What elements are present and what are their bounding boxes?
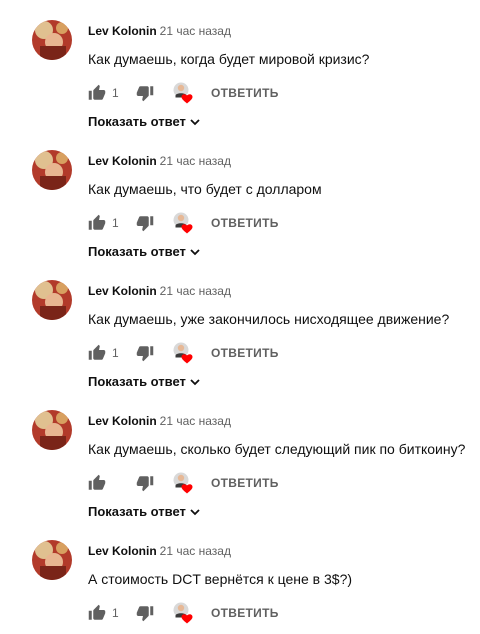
show-replies-button[interactable]: Показать ответ — [88, 114, 200, 129]
comment-actions: 1 ОТВЕТИТЬ — [88, 602, 348, 624]
show-replies-button[interactable]: Показать ответ — [88, 504, 200, 519]
thumb-down-icon[interactable] — [136, 214, 154, 232]
reply-button[interactable]: ОТВЕТИТЬ — [211, 476, 279, 490]
avatar-image — [32, 20, 72, 60]
show-replies-button[interactable]: Показать ответ — [88, 244, 200, 259]
chevron-down-icon — [190, 119, 200, 126]
like-count: 1 — [112, 346, 119, 360]
comment-time[interactable]: 21 час назад — [160, 24, 231, 38]
like-count: 1 — [112, 216, 119, 230]
like-count: 1 — [112, 606, 119, 620]
reply-button[interactable]: ОТВЕТИТЬ — [211, 86, 279, 100]
author-name[interactable]: Lev Kolonin — [88, 414, 157, 428]
comment-text: Как думаешь, уже закончилось нисходящее … — [88, 311, 450, 327]
creator-heart-icon[interactable] — [173, 342, 193, 364]
avatar-image — [32, 410, 72, 450]
comment-actions: ОТВЕТИТЬ — [88, 472, 348, 494]
avatar-image — [32, 150, 72, 190]
show-replies-label: Показать ответ — [88, 374, 186, 389]
reply-button[interactable]: ОТВЕТИТЬ — [211, 346, 279, 360]
like-count: 1 — [112, 86, 119, 100]
creator-heart-icon[interactable] — [173, 472, 193, 494]
comment-text: Как думаешь, сколько будет следующий пик… — [88, 441, 466, 457]
avatar-image — [32, 540, 72, 580]
reply-button[interactable]: ОТВЕТИТЬ — [211, 216, 279, 230]
comment: Lev Kolonin 21 час назад А стоимость DCT … — [0, 524, 480, 634]
comment-header: Lev Kolonin 21 час назад — [88, 414, 231, 428]
chevron-down-icon — [190, 379, 200, 386]
thumb-up-icon[interactable] — [88, 604, 106, 622]
show-replies-label: Показать ответ — [88, 244, 186, 259]
thumb-down-icon[interactable] — [136, 344, 154, 362]
thumb-down-icon[interactable] — [136, 474, 154, 492]
chevron-down-icon — [190, 509, 200, 516]
show-replies-button[interactable]: Показать ответ — [88, 374, 200, 389]
comment-header: Lev Kolonin 21 час назад — [88, 154, 231, 168]
avatar[interactable] — [32, 410, 72, 450]
creator-heart-icon[interactable] — [173, 602, 193, 624]
author-name[interactable]: Lev Kolonin — [88, 154, 157, 168]
comment-time[interactable]: 21 час назад — [160, 284, 231, 298]
avatar[interactable] — [32, 150, 72, 190]
comment-text: Как думаешь, когда будет мировой кризис? — [88, 51, 370, 67]
avatar[interactable] — [32, 540, 72, 580]
thumb-down-icon[interactable] — [136, 84, 154, 102]
avatar[interactable] — [32, 280, 72, 320]
comment: Lev Kolonin 21 час назад Как думаешь, ско… — [0, 394, 480, 519]
comment-time[interactable]: 21 час назад — [160, 544, 231, 558]
comment-text: А стоимость DCT вернётся к цене в 3$?) — [88, 571, 353, 587]
author-name[interactable]: Lev Kolonin — [88, 284, 157, 298]
avatar-image — [32, 280, 72, 320]
comment: Lev Kolonin 21 час назад Как думаешь, что… — [0, 134, 480, 259]
thumb-up-icon[interactable] — [88, 344, 106, 362]
comment-time[interactable]: 21 час назад — [160, 154, 231, 168]
comment-header: Lev Kolonin 21 час назад — [88, 544, 231, 558]
chevron-down-icon — [190, 249, 200, 256]
comment-actions: 1 ОТВЕТИТЬ — [88, 342, 348, 364]
comment-text: Как думаешь, что будет с долларом — [88, 181, 322, 197]
comment: Lev Kolonin 21 час назад Как думаешь, уже… — [0, 264, 480, 389]
thumb-down-icon[interactable] — [136, 604, 154, 622]
creator-heart-icon[interactable] — [173, 82, 193, 104]
author-name[interactable]: Lev Kolonin — [88, 24, 157, 38]
comment: Lev Kolonin 21 час назад Как думаешь, ког… — [0, 4, 480, 129]
avatar[interactable] — [32, 20, 72, 60]
creator-heart-icon[interactable] — [173, 212, 193, 234]
show-replies-label: Показать ответ — [88, 504, 186, 519]
comment-header: Lev Kolonin 21 час назад — [88, 24, 231, 38]
comment-actions: 1 ОТВЕТИТЬ — [88, 212, 348, 234]
thumb-up-icon[interactable] — [88, 214, 106, 232]
comment-time[interactable]: 21 час назад — [160, 414, 231, 428]
thumb-up-icon[interactable] — [88, 474, 106, 492]
comment-actions: 1 ОТВЕТИТЬ — [88, 82, 348, 104]
comment-header: Lev Kolonin 21 час назад — [88, 284, 231, 298]
thumb-up-icon[interactable] — [88, 84, 106, 102]
show-replies-label: Показать ответ — [88, 114, 186, 129]
author-name[interactable]: Lev Kolonin — [88, 544, 157, 558]
reply-button[interactable]: ОТВЕТИТЬ — [211, 606, 279, 620]
